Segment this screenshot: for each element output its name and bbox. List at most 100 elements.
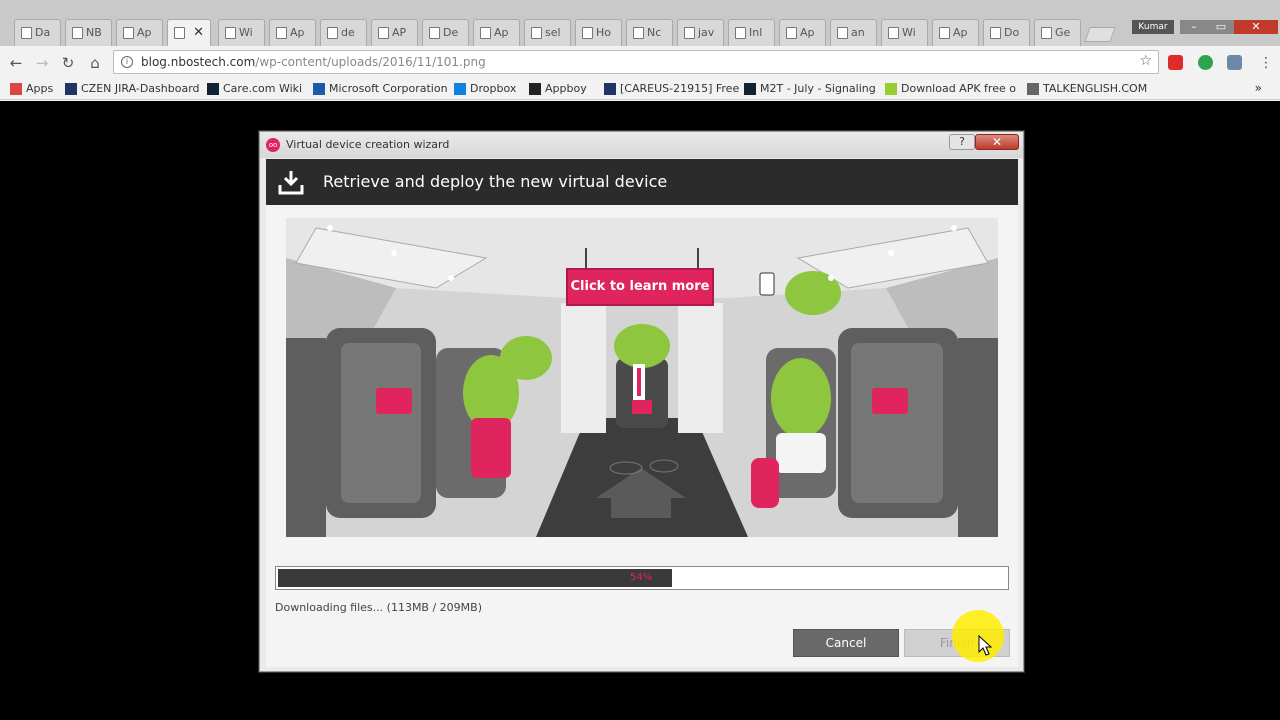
bookmark-label: TALKENGLISH.COM <box>1043 82 1148 95</box>
browser-tab[interactable]: Do <box>983 19 1030 46</box>
apps-grid-icon <box>10 83 22 95</box>
bookmark-item[interactable]: M2T - July - Signaling <box>744 81 876 97</box>
bookmark-label: Dropbox <box>470 82 517 95</box>
close-window-button[interactable]: ✕ <box>1234 20 1278 34</box>
promo-illustration[interactable]: Click to learn more <box>286 218 998 537</box>
browser-tab[interactable]: de <box>320 19 367 46</box>
bookmark-item[interactable]: Microsoft Corporation <box>313 81 448 97</box>
dialog-window-title: Virtual device creation wizard <box>286 138 450 151</box>
tab-label: Inl <box>749 26 763 39</box>
bookmark-favicon-icon <box>1027 83 1039 95</box>
back-button[interactable]: ← <box>6 53 26 73</box>
mouse-cursor-icon <box>978 635 992 656</box>
bookmark-item[interactable]: Appboy <box>529 81 587 97</box>
browser-tab[interactable]: Wi <box>218 19 265 46</box>
download-icon <box>278 171 304 195</box>
dialog-header: Retrieve and deploy the new virtual devi… <box>266 159 1018 205</box>
url-text[interactable]: blog.nbostech.com/wp-content/uploads/201… <box>141 51 486 74</box>
google-icon <box>327 27 338 39</box>
app-icon <box>633 27 644 39</box>
browser-tab[interactable]: Nc <box>626 19 673 46</box>
tab-label: an <box>851 26 865 39</box>
bookmark-item[interactable]: Dropbox <box>454 81 516 97</box>
browser-tab[interactable]: Ap <box>932 19 979 46</box>
minimize-button[interactable]: – <box>1180 20 1208 34</box>
genymotion-logo-icon: oo <box>266 138 280 152</box>
bookmarks-overflow-icon[interactable]: » <box>1255 81 1262 95</box>
browser-tab[interactable]: jav <box>677 19 724 46</box>
forward-button[interactable]: → <box>32 53 52 73</box>
cancel-button[interactable]: Cancel <box>793 629 899 657</box>
browser-tab[interactable]: Da <box>14 19 61 46</box>
dialog-body: Click to learn more 54% Downloading file… <box>266 205 1018 667</box>
browser-tab[interactable]: Ho <box>575 19 622 46</box>
bookmark-item[interactable]: Care.com Wiki <box>207 81 302 97</box>
tab-label: jav <box>698 26 715 39</box>
bookmark-favicon-icon <box>454 83 466 95</box>
browser-tab[interactable]: an <box>830 19 877 46</box>
page-icon <box>378 27 389 39</box>
info-icon[interactable]: i <box>121 56 133 68</box>
menu-icon[interactable]: ⋮ <box>1256 53 1276 73</box>
browser-tab[interactable]: Ap <box>116 19 163 46</box>
bookmark-item[interactable]: CZEN JIRA-Dashboard <box>65 81 200 97</box>
bookmark-favicon-icon <box>885 83 897 95</box>
browser-tab[interactable]: Ap <box>269 19 316 46</box>
browser-chrome: Kumar – ▭ ✕ Da NB Ap ✕ Wi Ap de AP De Ap sel Ho Nc ja… <box>0 0 1280 101</box>
download-progress-bar: 54% <box>275 566 1009 590</box>
browser-tab[interactable]: Ap <box>779 19 826 46</box>
gmail-icon <box>735 27 746 39</box>
bookmark-favicon-icon <box>313 83 325 95</box>
bookmark-favicon-icon <box>744 83 756 95</box>
close-tab-icon[interactable]: ✕ <box>193 20 204 46</box>
browser-tab[interactable]: AP <box>371 19 418 46</box>
bookmark-item[interactable]: Download APK free o <box>885 81 1016 97</box>
reload-button[interactable]: ↻ <box>58 53 78 73</box>
bookmark-favicon-icon <box>529 83 541 95</box>
browser-tab[interactable]: Wi <box>881 19 928 46</box>
bookmark-label: Appboy <box>545 82 587 95</box>
tab-label: Da <box>35 26 51 39</box>
extension-record-icon[interactable] <box>1168 55 1183 70</box>
maximize-button[interactable]: ▭ <box>1208 20 1234 34</box>
help-button[interactable]: ? <box>949 134 975 150</box>
new-tab-button[interactable] <box>1084 27 1116 42</box>
bookmark-item[interactable]: Apps <box>10 81 53 97</box>
cloud-icon <box>480 27 491 39</box>
android-icon <box>990 27 1001 39</box>
browser-tab[interactable]: Ge <box>1034 19 1081 46</box>
browser-tab[interactable]: De <box>422 19 469 46</box>
tab-label: Wi <box>239 26 253 39</box>
browser-tab[interactable]: sel <box>524 19 571 46</box>
browser-tab[interactable]: Ap <box>473 19 520 46</box>
bookmark-label: Download APK free o <box>901 82 1016 95</box>
bookmark-item[interactable]: TALKENGLISH.COM <box>1027 81 1147 97</box>
profile-button[interactable]: Kumar <box>1132 20 1174 34</box>
dialog-close-button[interactable]: ✕ <box>975 134 1019 150</box>
google-icon <box>837 27 848 39</box>
tab-label: Wi <box>902 26 916 39</box>
app-icon <box>888 27 899 39</box>
bookmark-star-icon[interactable]: ☆ <box>1139 53 1152 69</box>
browser-tab[interactable]: Inl <box>728 19 775 46</box>
bookmark-item[interactable]: [CAREUS-21915] Free <box>604 81 739 97</box>
tab-strip: Kumar – ▭ ✕ Da NB Ap ✕ Wi Ap de AP De Ap sel Ho Nc ja… <box>0 0 1280 46</box>
genymotion-icon <box>1041 27 1052 39</box>
tab-label: Ap <box>953 26 968 39</box>
browser-tab[interactable]: ✕ <box>167 19 211 46</box>
bookmark-label: Apps <box>26 82 54 95</box>
extension-gear-icon[interactable] <box>1227 55 1242 70</box>
wizard-dialog: oo Virtual device creation wizard ? ✕ Re… <box>259 131 1024 672</box>
home-button[interactable]: ⌂ <box>85 53 105 73</box>
bookmarks-bar: » Apps CZEN JIRA-Dashboard Care.com Wiki Mi… <box>0 78 1280 100</box>
browser-tab[interactable]: NB <box>65 19 112 46</box>
progress-percent-label: 54% <box>630 572 653 583</box>
tab-label: NB <box>86 26 102 39</box>
grammarly-icon[interactable] <box>1198 55 1213 70</box>
learn-more-button[interactable]: Click to learn more <box>566 268 714 306</box>
tab-label: Nc <box>647 26 662 39</box>
bookmark-label: Microsoft Corporation <box>329 82 448 95</box>
docs-icon <box>786 27 797 39</box>
bookmark-favicon-icon <box>65 83 77 95</box>
address-bar[interactable]: i blog.nbostech.com/wp-content/uploads/2… <box>113 50 1159 74</box>
